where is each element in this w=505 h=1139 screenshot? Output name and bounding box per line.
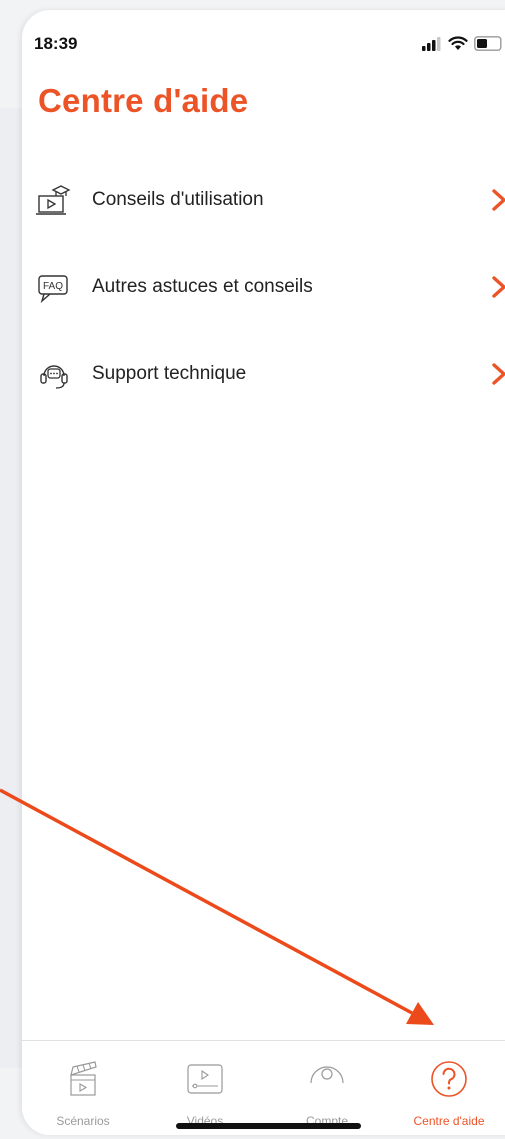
status-icons <box>422 36 504 51</box>
page-title: Centre d'aide <box>38 82 249 119</box>
tab-bar: Scénarios Vidéos Compte Centre d'aide <box>22 1040 505 1135</box>
menu-item-label: Conseils d'utilisation <box>92 189 264 210</box>
chevron-right-icon <box>492 189 505 211</box>
account-icon <box>310 1066 344 1084</box>
battery-icon <box>474 36 502 51</box>
clapperboard-icon <box>70 1061 97 1096</box>
help-icon <box>431 1061 467 1097</box>
tab-compte[interactable]: Compte <box>266 1041 388 1135</box>
tab-centre-aide[interactable]: Centre d'aide <box>388 1041 505 1135</box>
tab-label: Scénarios <box>56 1114 110 1128</box>
svg-text:FAQ: FAQ <box>43 281 63 292</box>
home-indicator <box>176 1123 361 1129</box>
tab-label: Centre d'aide <box>413 1114 485 1128</box>
background-panel <box>0 108 24 1068</box>
tab-videos[interactable]: Vidéos <box>144 1041 266 1135</box>
faq-icon: FAQ <box>38 275 68 304</box>
support-headset-icon <box>40 365 68 389</box>
status-bar: 18:39 <box>22 10 505 66</box>
screenshot-canvas: 18:39 Centre d'aide Conseils d'utilisati… <box>0 0 505 1139</box>
wifi-icon <box>448 36 468 50</box>
status-time: 18:39 <box>34 34 78 53</box>
menu-item-label: Support technique <box>92 363 247 384</box>
video-tutorial-icon <box>36 185 71 215</box>
chevron-right-icon <box>492 363 505 385</box>
menu-item-label: Autres astuces et conseils <box>92 276 313 297</box>
tab-scenarios[interactable]: Scénarios <box>22 1041 144 1135</box>
menu-item-conseils-utilisation[interactable]: Conseils d'utilisation <box>22 170 505 230</box>
menu-item-support-technique[interactable]: Support technique <box>22 344 505 404</box>
video-player-icon <box>187 1064 223 1094</box>
menu-item-autres-astuces[interactable]: FAQ Autres astuces et conseils <box>22 257 505 317</box>
signal-icon <box>422 36 441 51</box>
chevron-right-icon <box>492 276 505 298</box>
phone-screen: 18:39 Centre d'aide Conseils d'utilisati… <box>22 10 505 1135</box>
